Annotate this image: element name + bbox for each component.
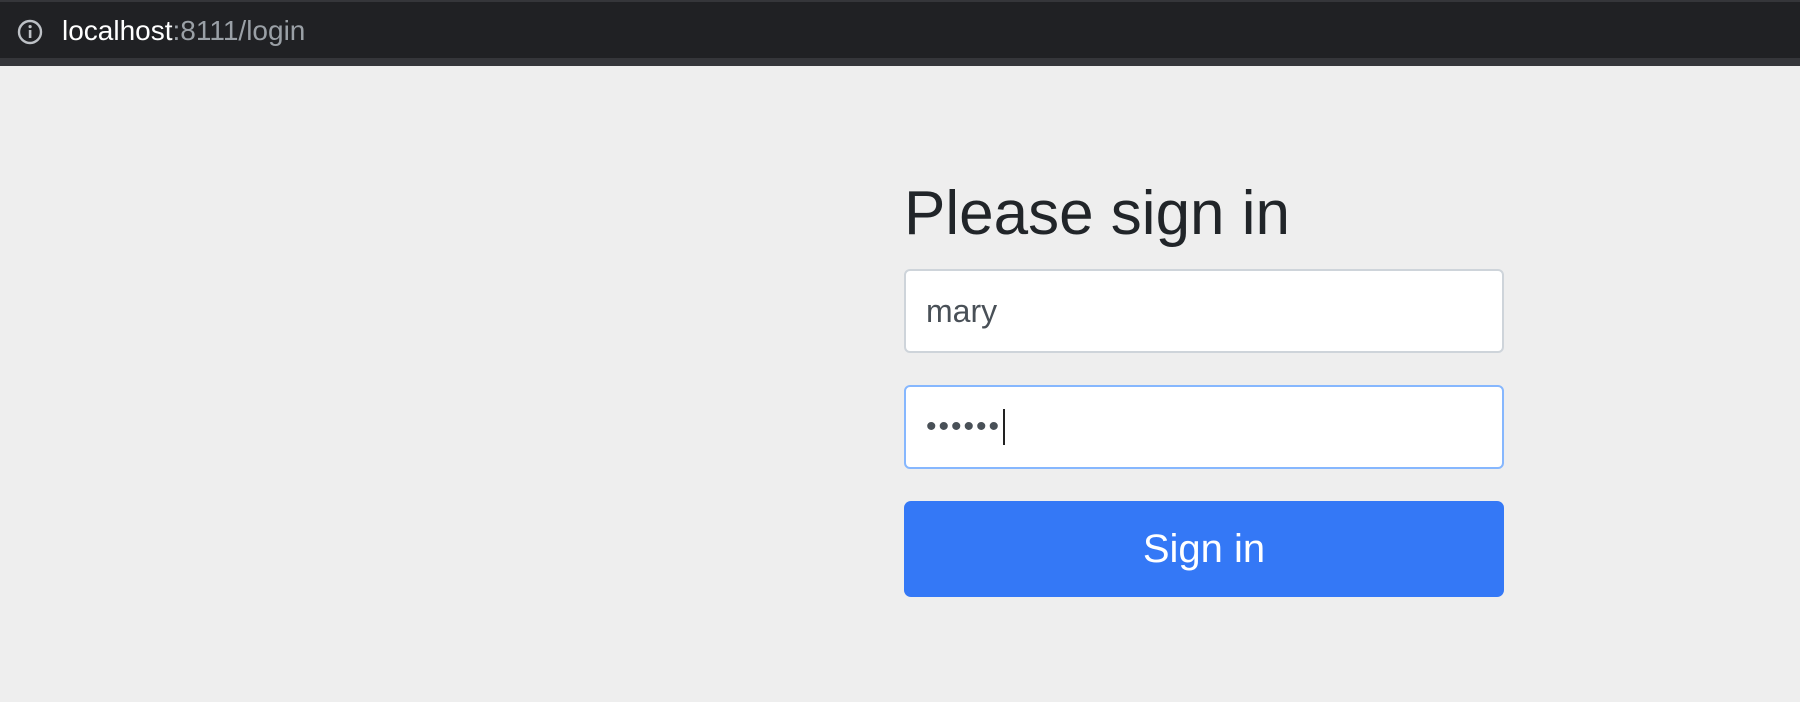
- url-path: :8111/login: [172, 15, 306, 46]
- page-title: Please sign in: [904, 179, 1291, 248]
- info-icon[interactable]: [16, 18, 44, 46]
- url-text[interactable]: localhost:8111/login: [62, 15, 305, 47]
- login-page: Please sign in •••••• Sign in: [0, 66, 1800, 702]
- sign-in-button[interactable]: Sign in: [904, 501, 1504, 597]
- url-host: localhost: [62, 15, 173, 46]
- password-field[interactable]: ••••••: [904, 385, 1504, 469]
- username-field[interactable]: [904, 269, 1504, 353]
- text-cursor: [1003, 409, 1006, 445]
- browser-toolbar: localhost:8111/login: [0, 0, 1800, 66]
- address-bar[interactable]: localhost:8111/login: [0, 2, 1800, 58]
- password-mask: ••••••: [926, 410, 1002, 443]
